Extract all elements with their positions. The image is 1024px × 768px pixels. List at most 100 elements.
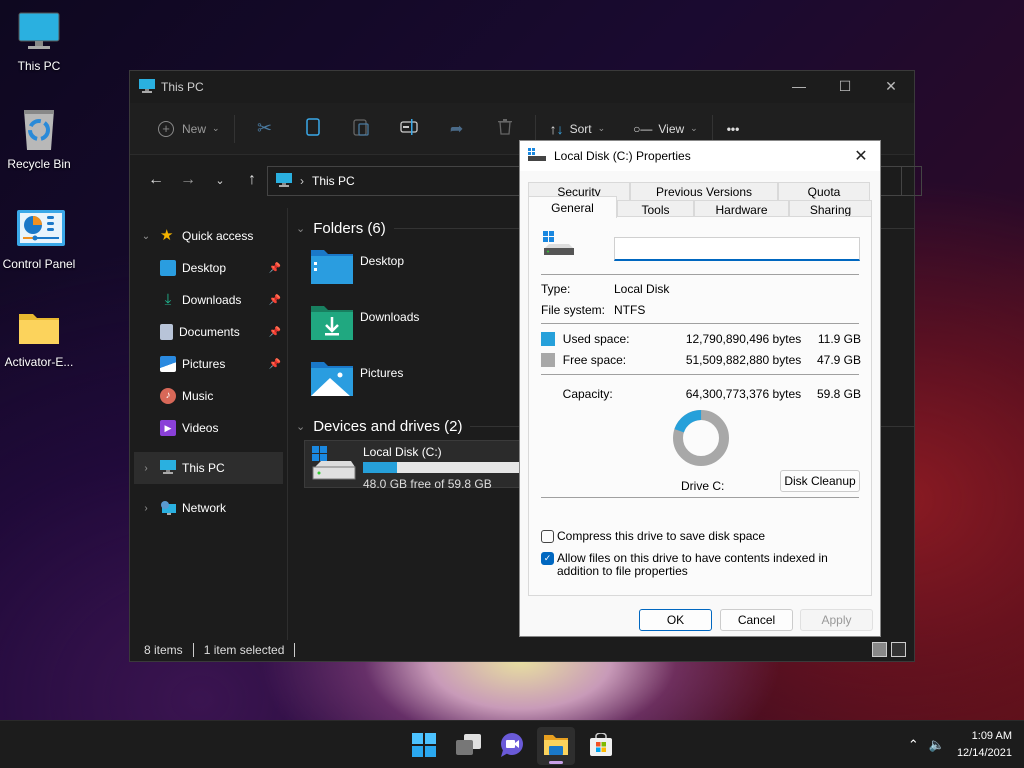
tab-label: Quota [807, 184, 841, 199]
copy-icon [305, 118, 320, 139]
desktop-icon-label: This PC [17, 59, 61, 73]
volume-icon[interactable]: 🔈 [929, 737, 945, 753]
free-space-label: Free space: [562, 353, 627, 367]
share-button[interactable]: ➦ [433, 113, 481, 145]
start-button[interactable] [405, 727, 443, 765]
file-explorer-taskbar-button[interactable] [537, 727, 575, 765]
sidebar-item-documents[interactable]: Documents 📌 [130, 316, 287, 348]
disk-cleanup-button[interactable]: Disk Cleanup [780, 470, 860, 492]
sidebar-item-network[interactable]: › Network [130, 492, 287, 524]
drive-local-disk-c[interactable]: Local Disk (C:) 48.0 GB free of 59.8 GB [304, 440, 534, 491]
tab-quota[interactable]: Quota [778, 182, 870, 200]
item-count: 8 items [144, 643, 183, 657]
dialog-title: Local Disk (C:) Properties [554, 149, 691, 163]
volume-label-input[interactable] [614, 237, 860, 261]
divider [541, 274, 859, 275]
pin-icon[interactable]: 📌 [269, 327, 281, 338]
this-pc-icon [139, 78, 155, 96]
this-pc-icon [160, 460, 176, 476]
arrow-up-icon: ↑ [248, 171, 256, 188]
free-space-gb: 47.9 GB [816, 353, 862, 367]
share-icon: ➦ [449, 120, 464, 138]
chevron-down-icon: ⌄ [296, 222, 306, 235]
hard-drive-icon [311, 445, 357, 487]
this-pc-icon [276, 172, 292, 190]
desktop-icon-control-panel[interactable]: Control Panel [0, 208, 78, 271]
pin-icon[interactable]: 📌 [269, 263, 281, 274]
recent-locations-button[interactable]: ⌄ [204, 164, 236, 196]
sidebar-quick-access[interactable]: ⌄ ★ Quick access [130, 220, 287, 252]
task-view-button[interactable] [450, 727, 488, 765]
show-hidden-icons-button[interactable]: ⌃ [908, 737, 919, 753]
sidebar-item-pictures[interactable]: Pictures 📌 [130, 348, 287, 380]
ok-button[interactable]: OK [639, 609, 712, 631]
network-icon [160, 500, 176, 516]
compress-checkbox[interactable]: Compress this drive to save disk space [541, 530, 765, 543]
button-label: Cancel [737, 613, 776, 627]
arrow-left-icon: ← [148, 171, 164, 188]
sidebar-item-desktop[interactable]: Desktop 📌 [130, 252, 287, 284]
drive-usage-fill [363, 462, 397, 473]
divider [294, 643, 296, 657]
system-tray: ⌃ 🔈 1:09 AM 12/14/2021 [908, 721, 1024, 768]
index-checkbox[interactable]: ✓ Allow files on this drive to have cont… [541, 552, 859, 578]
cut-button[interactable]: ✂ [241, 113, 289, 145]
desktop-icon-this-pc[interactable]: This PC [0, 10, 78, 73]
breadcrumb-this-pc[interactable]: This PC [312, 174, 355, 188]
sidebar-item-downloads[interactable]: ⤓ Downloads 📌 [130, 284, 287, 316]
paste-button[interactable] [337, 113, 385, 145]
back-button[interactable]: ← [140, 164, 172, 196]
file-system-row: File system: NTFS [541, 303, 645, 317]
tab-label: General [551, 200, 594, 215]
sidebar-item-music[interactable]: ♪ Music [130, 380, 287, 412]
star-icon: ★ [160, 227, 174, 244]
trash-icon [497, 119, 512, 138]
divider [541, 374, 859, 375]
forward-button[interactable]: → [172, 164, 204, 196]
desktop-icon-recycle-bin[interactable]: Recycle Bin [0, 108, 78, 171]
copy-button[interactable] [289, 113, 337, 145]
sidebar-item-this-pc[interactable]: › This PC [134, 452, 283, 484]
tiles-view-button[interactable] [891, 642, 906, 657]
pin-icon[interactable]: 📌 [269, 359, 281, 370]
chat-button[interactable] [493, 727, 531, 765]
pictures-icon [160, 356, 176, 372]
type-row: Type: Local Disk [541, 282, 669, 296]
used-space-row: Used space: 12,790,890,496 bytes 11.9 GB [541, 332, 861, 346]
pin-icon[interactable]: 📌 [269, 295, 281, 306]
sidebar-item-videos[interactable]: ▶ Videos [130, 412, 287, 444]
sidebar-label: Quick access [182, 229, 254, 243]
up-button[interactable]: ↑ [236, 164, 268, 196]
sidebar-label: Downloads [182, 293, 242, 307]
toolbar-separator [233, 114, 235, 143]
desktop-icon-activator-folder[interactable]: Activator-E... [0, 306, 78, 369]
dialog-close-button[interactable]: ✕ [846, 143, 876, 169]
checkbox-label: Allow files on this drive to have conten… [557, 551, 828, 578]
rename-button[interactable] [385, 113, 433, 145]
cancel-button[interactable]: Cancel [720, 609, 793, 631]
view-icon: ○— [633, 121, 653, 136]
checkbox-box[interactable]: ✓ [541, 552, 554, 565]
tab-previous-versions[interactable]: Previous Versions [630, 182, 778, 200]
file-explorer-icon [543, 733, 569, 760]
checkbox-box[interactable] [541, 530, 554, 543]
used-space-label: Used space: [562, 332, 630, 346]
maximize-button[interactable]: ☐ [822, 71, 868, 101]
sidebar-label: Documents [179, 325, 240, 339]
used-space-swatch [541, 332, 555, 346]
details-view-button[interactable] [872, 642, 887, 657]
tab-label: Hardware [715, 202, 768, 217]
clock[interactable]: 1:09 AM 12/14/2021 [957, 728, 1012, 762]
sidebar-label: Desktop [182, 261, 227, 275]
minimize-button[interactable]: — [776, 71, 822, 101]
sidebar-label: Videos [182, 421, 219, 435]
close-button[interactable]: ✕ [868, 71, 914, 101]
tab-general[interactable]: General [528, 196, 617, 218]
apply-button[interactable]: Apply [800, 609, 873, 631]
chevron-down-icon: ⌄ [690, 123, 698, 133]
group-title: Devices and drives (2) [313, 417, 463, 435]
new-button[interactable]: + New ⌄ [150, 113, 228, 145]
video-icon: ▶ [160, 420, 176, 436]
store-button[interactable] [582, 727, 620, 765]
chevron-down-icon: ⌄ [296, 420, 306, 433]
